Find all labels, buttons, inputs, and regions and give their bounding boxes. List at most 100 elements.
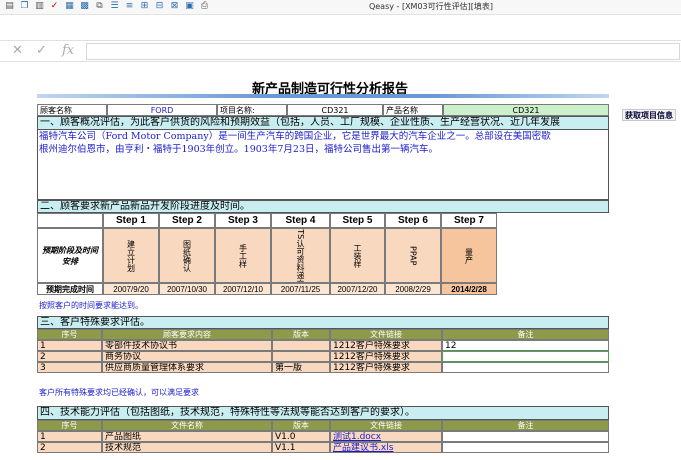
section4-row-2-link[interactable]: 产品建议书.xls	[330, 442, 442, 453]
section4-row-1-content[interactable]: 产品图纸	[102, 431, 272, 442]
toolbar-icons: ▤ ❐ ▥ ✓ ▦ ▩ ⧉ ☰ ≡ ⊞ ⊟ ⊠ ▣ ⎙	[4, 1, 210, 12]
section3-row-3-version[interactable]: 第一版	[272, 362, 330, 373]
report-sheet: 新产品制造可行性分析报告 顾客名称 FORD 项目名称: CD321 产品名称 …	[0, 60, 681, 460]
section1-line1: 福特汽车公司（Ford Motor Company）是一间生产汽车的跨国企业，它…	[39, 131, 551, 142]
section3-note: 客户所有特殊要求均已经确认，可以满足要求	[39, 388, 199, 397]
copy-icon[interactable]: ❐	[19, 1, 30, 12]
step-4-name-cell[interactable]: OTS认可资料递交	[271, 228, 330, 283]
delete-row-icon[interactable]: ⊠	[169, 1, 180, 12]
product-value[interactable]: CD321	[443, 104, 609, 116]
section4-col-no: 序号	[37, 420, 102, 431]
print-icon[interactable]: ⎙	[199, 1, 210, 12]
section2-note: 按照客户的时间要求能达到。	[39, 301, 143, 310]
formula-bar: ✕ ✓ fx	[0, 40, 681, 62]
product-label: 产品名称	[383, 104, 443, 116]
section4-col-version: 版本	[272, 420, 330, 431]
function-icon[interactable]: fx	[62, 43, 74, 58]
section4-row-2-no[interactable]: 2	[37, 442, 102, 453]
step-3-name-cell[interactable]: 手工样	[215, 228, 271, 283]
section3-row-2-no[interactable]: 2	[37, 351, 102, 362]
section4-row-2-remark[interactable]	[442, 442, 609, 453]
step-3-name: 手工样	[238, 243, 248, 268]
step-2-head: Step 2	[159, 213, 215, 228]
section3-col-link: 文件链接	[330, 329, 442, 340]
customer-value[interactable]: FORD	[107, 104, 217, 116]
section3-row-3-no[interactable]: 3	[37, 362, 102, 373]
section4-row-1-remark[interactable]	[442, 431, 609, 442]
insert-row-icon[interactable]: ⊟	[154, 1, 165, 12]
step-6-name: PPAP	[408, 245, 418, 266]
step-2-name-cell[interactable]: 图纸确认	[159, 228, 215, 283]
section4-col-link: 文件链接	[330, 420, 442, 431]
step-6-date[interactable]: 2008/2/29	[385, 283, 441, 295]
border-icon[interactable]: ▣	[184, 1, 195, 12]
section3-row-1-link[interactable]: 1212客户特殊要求	[330, 340, 442, 351]
section2-title: 二、顾客要求新产品新品开发阶段进度及时间。	[37, 200, 609, 213]
confirm-icon[interactable]: ✓	[36, 43, 47, 58]
section3-col-version: 版本	[272, 329, 330, 340]
section4-row-1-no[interactable]: 1	[37, 431, 102, 442]
align-center-icon[interactable]: ≡	[124, 1, 135, 12]
step-5-name: 工装样	[353, 243, 362, 268]
section1-title: 一、顾客概况评估，为此客户供货的风险和预期效益（包括，人员、工厂规模、企业性质、…	[37, 116, 609, 130]
section4-row-2-version[interactable]: V1.1	[272, 442, 330, 453]
section3-row-1-content[interactable]: 零部件技术协议书	[102, 340, 272, 351]
step-5-date[interactable]: 2007/12/20	[330, 283, 385, 295]
schedule-row-label: 预期阶段及时间安排	[37, 228, 103, 283]
grid-icon[interactable]: ▦	[64, 1, 75, 12]
section4-row-2-content[interactable]: 技术规范	[102, 442, 272, 453]
step-4-name: OTS认可资料递交	[296, 228, 305, 283]
step-head-blank	[37, 213, 103, 228]
step-6-head: Step 6	[385, 213, 441, 228]
section3-row-2-remark[interactable]	[442, 351, 609, 362]
section3-row-2-link[interactable]: 1212客户特殊要求	[330, 351, 442, 362]
section4-row-1-version[interactable]: V1.0	[272, 431, 330, 442]
merge-icon[interactable]: ⊞	[139, 1, 150, 12]
step-2-date[interactable]: 2007/10/30	[159, 283, 215, 295]
step-1-name-cell[interactable]: 建立计划	[103, 228, 159, 283]
section1-line2: 根州迪尔伯恩市，由亨利・福特于1903年创立。1903年7月23日，福特公司售出…	[39, 144, 438, 155]
section4-col-remark: 备注	[442, 420, 609, 431]
step-1-name: 建立计划	[126, 239, 136, 272]
table-icon[interactable]: ▩	[79, 1, 90, 12]
step-7-name-cell[interactable]: 量产	[441, 228, 497, 283]
app-title: Qeasy - [XM03可行性评估][填表]	[368, 2, 493, 11]
project-value[interactable]: CD321	[287, 104, 383, 116]
link-icon[interactable]: ⧉	[94, 1, 105, 12]
cancel-icon[interactable]: ✕	[12, 43, 23, 58]
section3-row-3-content[interactable]: 供应商质量管理体系要求	[102, 362, 272, 373]
step-4-date[interactable]: 2007/11/25	[271, 283, 330, 295]
section3-row-2-content[interactable]: 商务协议	[102, 351, 272, 362]
step-3-date[interactable]: 2007/12/10	[215, 283, 271, 295]
step-7-name: 量产	[464, 247, 474, 264]
section3-row-1-version[interactable]	[272, 340, 330, 351]
fetch-project-info-button[interactable]: 获取项目信息	[622, 109, 676, 121]
section3-row-3-link[interactable]: 1212客户特殊要求	[330, 362, 442, 373]
project-label: 项目名称:	[217, 104, 287, 116]
save-icon[interactable]: ▤	[4, 1, 15, 12]
section3-title: 三、客户特殊要求评估。	[37, 316, 609, 329]
header-bar	[37, 94, 609, 98]
step-2-name: 图纸确认	[182, 239, 192, 272]
step-5-name-cell[interactable]: 工装样	[330, 228, 385, 283]
step-1-head: Step 1	[103, 213, 159, 228]
align-left-icon[interactable]: ☰	[109, 1, 120, 12]
section4-row-1-link[interactable]: 测试1.docx	[330, 431, 442, 442]
completion-row-label: 预期完成时间	[37, 283, 103, 295]
section3-row-3-remark[interactable]	[442, 362, 609, 373]
step-7-head: Step 7	[441, 213, 497, 228]
step-5-head: Step 5	[330, 213, 385, 228]
step-6-name-cell[interactable]: PPAP	[385, 228, 441, 283]
check-icon[interactable]: ✓	[49, 1, 60, 12]
section3-row-1-no[interactable]: 1	[37, 340, 102, 351]
section3-row-2-version[interactable]	[272, 351, 330, 362]
paste-icon[interactable]: ▥	[34, 1, 45, 12]
customer-label: 顾客名称	[37, 104, 107, 116]
section3-row-1-remark[interactable]: 12	[442, 340, 609, 351]
step-1-date[interactable]: 2007/9/20	[103, 283, 159, 295]
toolbar: ▤ ❐ ▥ ✓ ▦ ▩ ⧉ ☰ ≡ ⊞ ⊟ ⊠ ▣ ⎙ Qeasy - [XM0…	[0, 0, 681, 15]
step-7-date[interactable]: 2014/2/28	[441, 283, 497, 295]
section4-title: 四、技术能力评估（包括图纸，技术规范，特殊特性等法规等能否达到客户的要求）。	[37, 406, 609, 420]
section3-col-remark: 备注	[442, 329, 609, 340]
formula-input[interactable]	[86, 43, 680, 60]
